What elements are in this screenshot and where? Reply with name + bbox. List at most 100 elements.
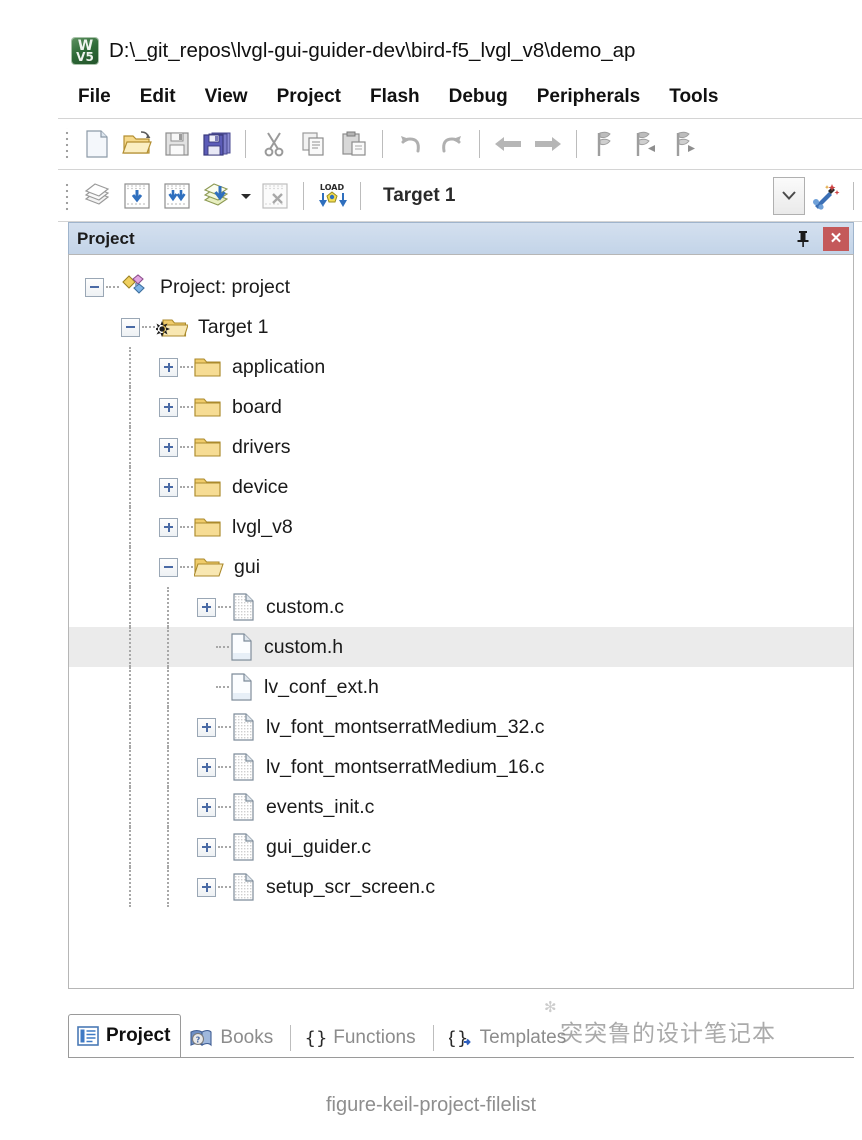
tree-item-label: lv_conf_ext.h [264,675,379,698]
keil-uvision5-icon: W V5 [72,38,98,64]
tree-row[interactable]: Project: project [69,267,853,307]
batch-build-button[interactable] [197,176,237,216]
tab-books[interactable]: ? Books [181,1018,283,1058]
expand-toggle[interactable] [197,877,216,897]
tree-row[interactable]: custom.c [69,587,853,627]
navigate-back-button[interactable] [488,124,528,164]
c-file-icon [233,873,254,901]
tree-row[interactable]: setup_scr_screen.c [69,867,853,907]
tree-row[interactable]: device [69,467,853,507]
menu-item-debug[interactable]: Debug [449,86,508,108]
tree-row[interactable]: custom.h [69,627,853,667]
tree-row[interactable]: drivers [69,427,853,467]
expand-toggle[interactable] [159,517,178,537]
forward-arrow-icon [535,137,561,151]
paste-button[interactable] [334,124,374,164]
expand-toggle[interactable] [159,397,178,417]
project-tree[interactable]: Project: project Target 1 application bo… [68,254,854,989]
tree-guide-line [167,787,169,827]
toolbar-separator [576,130,577,158]
bookmark-previous-button[interactable] [625,124,665,164]
new-file-button[interactable] [77,124,117,164]
c-file-icon [233,593,254,621]
collapse-toggle[interactable] [121,317,140,337]
manage-project-items-button[interactable] [805,176,845,216]
plus-bar [167,442,170,452]
navigate-forward-button[interactable] [528,124,568,164]
menu-item-edit[interactable]: Edit [140,86,176,108]
tree-connector [106,285,119,289]
tree-guide-line [129,507,131,547]
manage-project-items-icon [813,183,840,210]
pin-panel-button[interactable] [789,227,817,251]
minus-bar [90,286,99,288]
expand-toggle[interactable] [159,437,178,457]
tree-row[interactable]: lv_font_montserratMedium_32.c [69,707,853,747]
download-button[interactable]: LOAD [312,176,352,216]
tree-row[interactable]: lv_conf_ext.h [69,667,853,707]
target-icon [156,319,188,337]
menu-item-file[interactable]: File [78,86,111,108]
tree-row[interactable]: gui [69,547,853,587]
svg-text:LOAD: LOAD [320,183,345,192]
bookmark-toggle-button[interactable] [585,124,625,164]
tab-templates[interactable]: {} Templates [441,1018,577,1058]
menu-item-tools[interactable]: Tools [669,86,718,108]
templates-tab-icon: {} [449,1028,471,1049]
menu-item-flash[interactable]: Flash [370,86,420,108]
tree-row[interactable]: events_init.c [69,787,853,827]
copy-icon [302,132,324,156]
cut-button[interactable] [254,124,294,164]
tab-functions[interactable]: {} Functions [298,1018,425,1058]
plus-bar [205,762,208,772]
svg-text:{}: {} [306,1028,326,1049]
expand-toggle[interactable] [197,757,216,777]
translate-button[interactable] [77,176,117,216]
c-file-icon [233,753,254,781]
toolbar-grip[interactable] [62,128,72,160]
expand-toggle[interactable] [197,837,216,857]
copy-button[interactable] [294,124,334,164]
menu-item-peripherals[interactable]: Peripherals [537,86,641,108]
tree-guide-line [129,387,131,427]
menu-item-project[interactable]: Project [277,86,341,108]
tree-row[interactable]: board [69,387,853,427]
close-panel-button[interactable]: ✕ [823,226,849,251]
tree-row[interactable]: Target 1 [69,307,853,347]
h-file-icon [231,633,252,661]
bookmark-next-icon [676,131,695,156]
batch-build-dropdown-button[interactable] [237,176,255,216]
bookmark-next-button[interactable] [665,124,705,164]
tree-row[interactable]: gui_guider.c [69,827,853,867]
redo-button[interactable] [431,124,471,164]
tree-row[interactable]: lv_font_montserratMedium_16.c [69,747,853,787]
menu-item-view[interactable]: View [205,86,248,108]
tree-row[interactable]: application [69,347,853,387]
save-all-button[interactable] [197,124,237,164]
expand-toggle[interactable] [197,797,216,817]
expand-toggle[interactable] [197,597,216,617]
tree-item-label: board [232,395,282,418]
expand-toggle[interactable] [159,477,178,497]
save-button[interactable] [157,124,197,164]
tree-guide-line [129,827,131,867]
target-select-value[interactable]: Target 1 [383,185,456,207]
expand-toggle[interactable] [197,717,216,737]
rebuild-button[interactable] [157,176,197,216]
tree-item-label: Target 1 [198,315,269,338]
collapse-toggle[interactable] [159,557,178,577]
collapse-toggle[interactable] [85,277,104,297]
tree-guide-line [129,707,131,747]
open-file-button[interactable] [117,124,157,164]
expand-toggle[interactable] [159,357,178,377]
tree-row[interactable]: lvgl_v8 [69,507,853,547]
target-select-dropdown[interactable] [773,176,805,215]
new-file-icon [86,130,108,158]
stop-build-button[interactable] [255,176,295,216]
tab-project[interactable]: Project [68,1014,182,1058]
toolbar-grip[interactable] [62,179,72,212]
undo-button[interactable] [391,124,431,164]
build-button[interactable] [117,176,157,216]
tree-guide-line [167,587,169,627]
